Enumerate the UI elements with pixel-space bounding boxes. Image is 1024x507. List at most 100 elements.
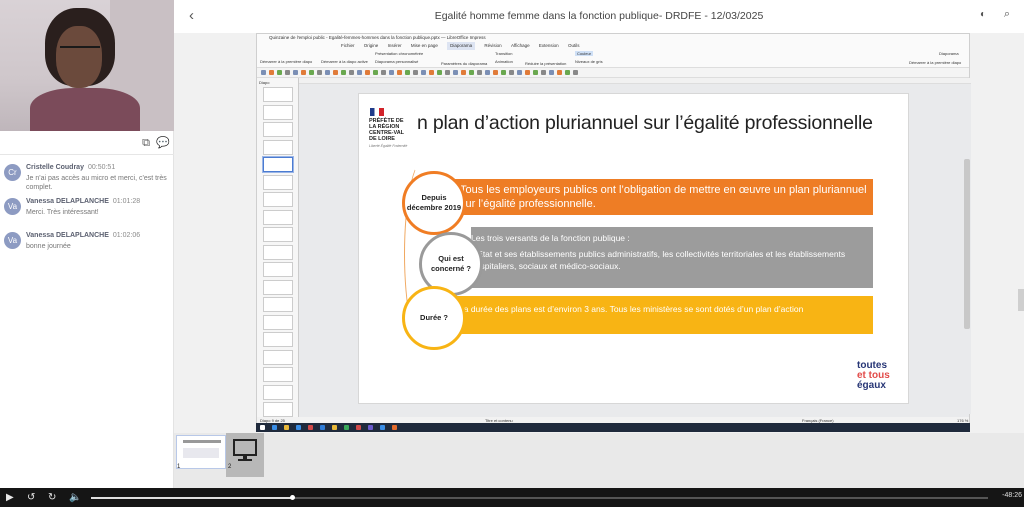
toolbar-tool-icon[interactable] bbox=[477, 70, 482, 75]
toolbar-tool-icon[interactable] bbox=[301, 70, 306, 75]
toolbar-tool-icon[interactable] bbox=[445, 70, 450, 75]
slide-thumbnail[interactable] bbox=[263, 227, 293, 242]
toolbar-tool-icon[interactable] bbox=[381, 70, 386, 75]
taskbar-app-icon[interactable] bbox=[272, 425, 277, 430]
slide-thumbnail[interactable] bbox=[263, 104, 293, 120]
toolbar-tool-icon[interactable] bbox=[317, 70, 322, 75]
toolbar-tool-icon[interactable] bbox=[493, 70, 498, 75]
slide-thumbnail[interactable] bbox=[263, 209, 293, 225]
slide-thumbnail[interactable] bbox=[263, 262, 293, 277]
forward-icon[interactable]: ↻ bbox=[48, 492, 56, 503]
toolbar-tool-icon[interactable] bbox=[525, 70, 530, 75]
toolbar-tool-icon[interactable] bbox=[389, 70, 394, 75]
slide-thumbnail[interactable] bbox=[263, 279, 293, 295]
toolbar-tool-icon[interactable] bbox=[453, 70, 458, 75]
ribbon-button[interactable]: Paramètres du diaporama bbox=[441, 61, 487, 66]
taskbar-app-icon[interactable] bbox=[332, 425, 337, 430]
volume-icon[interactable]: 🔈 bbox=[69, 492, 81, 503]
taskbar-app-icon[interactable] bbox=[356, 425, 361, 430]
slide-thumbnail[interactable] bbox=[263, 297, 293, 312]
taskbar-app-icon[interactable] bbox=[260, 425, 265, 430]
toolbar-tool-icon[interactable] bbox=[309, 70, 314, 75]
ribbon-button[interactable]: Démarrer à la première diapo bbox=[260, 59, 312, 64]
toolbar-tool-icon[interactable] bbox=[421, 70, 426, 75]
ribbon-button[interactable]: Transition bbox=[495, 51, 512, 56]
search-icon[interactable]: ⌕ bbox=[1004, 8, 1010, 21]
ribbon-button[interactable]: Diaporama personnalisé bbox=[375, 59, 418, 64]
theme-toggle-icon[interactable]: ◐ bbox=[980, 9, 986, 20]
toolbar-tool-icon[interactable] bbox=[557, 70, 562, 75]
toolbar-tool-icon[interactable] bbox=[405, 70, 410, 75]
vertical-scrollbar[interactable] bbox=[963, 84, 971, 414]
toolbar-tool-icon[interactable] bbox=[357, 70, 362, 75]
menu-item[interactable]: Insérer bbox=[388, 42, 402, 50]
toolbar-tool-icon[interactable] bbox=[261, 70, 266, 75]
slide-thumbnail[interactable] bbox=[263, 367, 293, 382]
toolbar-tool-icon[interactable] bbox=[461, 70, 466, 75]
taskbar-app-icon[interactable] bbox=[392, 425, 397, 430]
toolbar-tool-icon[interactable] bbox=[285, 70, 290, 75]
ribbon-button[interactable]: Présentation chronométrée bbox=[375, 51, 423, 56]
ribbon-button[interactable]: Animation bbox=[495, 59, 513, 64]
ribbon-button[interactable]: Démarrer à la première diapo bbox=[909, 60, 961, 65]
copy-icon[interactable]: ⧉ bbox=[140, 137, 152, 149]
toolbar-tool-icon[interactable] bbox=[373, 70, 378, 75]
slide-thumbnail[interactable] bbox=[263, 174, 293, 190]
toolbar-tool-icon[interactable] bbox=[533, 70, 538, 75]
chat-bubble-icon[interactable]: 💬 bbox=[156, 137, 170, 149]
taskbar-app-icon[interactable] bbox=[320, 425, 325, 430]
toolbar-tool-icon[interactable] bbox=[517, 70, 522, 75]
menu-item[interactable]: Mise en page bbox=[411, 42, 438, 50]
seek-bar[interactable] bbox=[91, 495, 988, 500]
toolbar-tool-icon[interactable] bbox=[469, 70, 474, 75]
menu-item[interactable]: Origine bbox=[364, 42, 379, 50]
toolbar-tool-icon[interactable] bbox=[509, 70, 514, 75]
toolbar-tool-icon[interactable] bbox=[325, 70, 330, 75]
menu-item[interactable]: Affichage bbox=[511, 42, 530, 50]
toolbar-tool-icon[interactable] bbox=[397, 70, 402, 75]
menu-item[interactable]: Outils bbox=[568, 42, 580, 50]
taskbar-app-icon[interactable] bbox=[308, 425, 313, 430]
toolbar-tool-icon[interactable] bbox=[429, 70, 434, 75]
slide-thumbnail[interactable] bbox=[263, 314, 293, 330]
toolbar-tool-icon[interactable] bbox=[541, 70, 546, 75]
menu-item[interactable]: Fichier bbox=[341, 42, 355, 50]
toolbar-tool-icon[interactable] bbox=[485, 70, 490, 75]
slide-thumbnail[interactable] bbox=[263, 139, 293, 155]
toolbar-tool-icon[interactable] bbox=[293, 70, 298, 75]
toolbar-tool-icon[interactable] bbox=[437, 70, 442, 75]
toolbar-tool-icon[interactable] bbox=[365, 70, 370, 75]
play-icon[interactable]: ▶ bbox=[6, 492, 14, 503]
toolbar-tool-icon[interactable] bbox=[413, 70, 418, 75]
ribbon-button[interactable]: Démarrer à la diapo active bbox=[321, 59, 368, 64]
rewind-icon[interactable]: ↺ bbox=[27, 492, 35, 503]
toolbar-tool-icon[interactable] bbox=[501, 70, 506, 75]
slide-thumbnail[interactable] bbox=[263, 244, 293, 260]
filmstrip-thumb-screen[interactable] bbox=[226, 433, 264, 477]
slide-thumbnail[interactable] bbox=[263, 87, 293, 102]
slide-thumbnail[interactable] bbox=[263, 122, 293, 137]
toolbar-tool-icon[interactable] bbox=[269, 70, 274, 75]
toolbar-tool-icon[interactable] bbox=[573, 70, 578, 75]
toolbar-tool-icon[interactable] bbox=[341, 70, 346, 75]
ribbon-button[interactable]: Couleur bbox=[575, 51, 594, 56]
taskbar-app-icon[interactable] bbox=[368, 425, 373, 430]
slide-thumbnail[interactable] bbox=[263, 384, 293, 400]
ribbon-button[interactable]: Niveaux de gris bbox=[575, 59, 603, 64]
toolbar-tool-icon[interactable] bbox=[549, 70, 554, 75]
slide-thumbnail[interactable] bbox=[263, 349, 293, 365]
taskbar-app-icon[interactable] bbox=[296, 425, 301, 430]
slide-thumbnail[interactable] bbox=[263, 332, 293, 347]
taskbar-app-icon[interactable] bbox=[380, 425, 385, 430]
menu-item[interactable]: Révision bbox=[484, 42, 501, 50]
taskbar-app-icon[interactable] bbox=[284, 425, 289, 430]
menu-item[interactable]: Extension bbox=[539, 42, 559, 50]
filmstrip-thumb[interactable] bbox=[176, 435, 226, 469]
ribbon-button[interactable]: Diaporama bbox=[939, 51, 959, 56]
page-scroll-handle[interactable] bbox=[1018, 289, 1024, 311]
ribbon-button[interactable]: Réduire la présentation bbox=[525, 61, 566, 66]
slide-thumbnail[interactable] bbox=[263, 402, 293, 417]
toolbar-tool-icon[interactable] bbox=[277, 70, 282, 75]
toolbar-tool-icon[interactable] bbox=[349, 70, 354, 75]
menu-item-active[interactable]: Diaporama bbox=[447, 42, 476, 50]
